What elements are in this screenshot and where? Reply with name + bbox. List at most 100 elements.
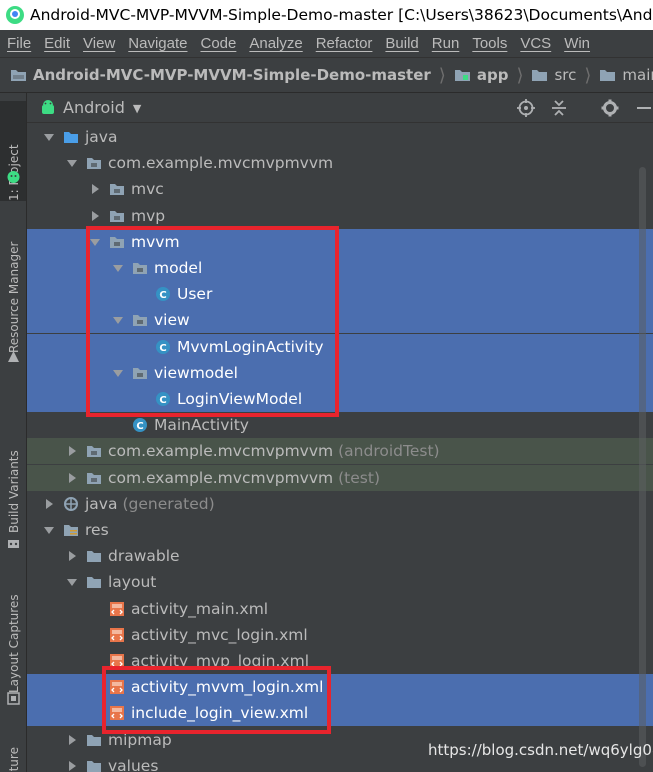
- tree-leaf-spacer: [89, 655, 101, 667]
- view-mode-selector[interactable]: Android: [63, 98, 125, 117]
- breadcrumb-item-app[interactable]: app: [454, 66, 508, 84]
- settings-button[interactable]: [600, 98, 620, 118]
- breadcrumb-project[interactable]: Android-MVC-MVP-MVVM-Simple-Demo-master: [10, 66, 431, 84]
- package-icon: [110, 184, 124, 196]
- expand-arrow-down-icon[interactable]: [66, 576, 78, 588]
- menu-refactor[interactable]: Refactor: [309, 35, 379, 52]
- menu-edit[interactable]: Edit: [37, 35, 76, 52]
- menu-vcs[interactable]: VCS: [513, 35, 557, 52]
- android-view-icon: [42, 99, 54, 114]
- chevron-down-icon[interactable]: ▼: [133, 102, 141, 115]
- window-title-bar: Android-MVC-MVP-MVVM-Simple-Demo-master …: [0, 0, 653, 30]
- menu-code[interactable]: Code: [193, 35, 242, 52]
- tree-row[interactable]: java: [27, 124, 653, 150]
- expand-arrow-right-icon[interactable]: [66, 760, 78, 772]
- svg-text:C: C: [159, 290, 166, 301]
- menu-build[interactable]: Build: [378, 35, 424, 52]
- tree-node-label: LoginViewModel: [177, 390, 303, 408]
- menu-file[interactable]: File: [0, 35, 37, 52]
- tree-row[interactable]: java (generated): [27, 491, 653, 517]
- package-icon: [133, 263, 147, 274]
- package-icon: [110, 210, 124, 222]
- tree-node-label: java: [85, 494, 118, 513]
- tab-layout-captures[interactable]: Layout Captures: [0, 583, 26, 693]
- tree-row[interactable]: C MvvmLoginActivity: [27, 333, 653, 360]
- menu-run[interactable]: Run: [425, 35, 466, 52]
- menu-navigate[interactable]: Navigate: [121, 35, 193, 52]
- tree-leaf-spacer: [89, 629, 101, 641]
- tree-row[interactable]: C LoginViewModel: [27, 386, 653, 412]
- tree-row[interactable]: com.example.mvcmvpmvvm (test): [27, 464, 653, 491]
- tree-row[interactable]: mvc: [27, 176, 653, 202]
- expand-arrow-down-icon[interactable]: [66, 157, 78, 169]
- android-icon: [7, 171, 20, 183]
- watermark: https://blog.csdn.net/wq6ylg08: [428, 741, 653, 759]
- tree-row[interactable]: activity_main.xml: [27, 596, 653, 622]
- expand-arrow-down-icon[interactable]: [43, 131, 55, 143]
- tree-row[interactable]: activity_mvvm_login.xml: [27, 674, 653, 701]
- expand-arrow-right-icon[interactable]: [66, 550, 78, 562]
- expand-arrow-right-icon[interactable]: [66, 445, 78, 457]
- locate-button[interactable]: [516, 98, 536, 118]
- tree-row[interactable]: C MainActivity: [27, 412, 653, 438]
- expand-arrow-right-icon[interactable]: [43, 498, 55, 510]
- tree-row[interactable]: com.example.mvcmvpmvvm (androidTest): [27, 438, 653, 465]
- menu-tools[interactable]: Tools: [465, 35, 513, 52]
- tree-node-suffix: (test): [338, 468, 380, 487]
- expand-arrow-right-icon[interactable]: [66, 472, 78, 484]
- build-variants-icon: [8, 540, 19, 548]
- breadcrumb-item-src[interactable]: src: [531, 66, 576, 84]
- expand-arrow-right-icon[interactable]: [89, 210, 101, 222]
- tree-row[interactable]: include_login_view.xml: [27, 700, 653, 727]
- hide-button[interactable]: [633, 98, 653, 118]
- tree-node-label: viewmodel: [154, 363, 238, 382]
- project-tree[interactable]: java com.example.mvcmvpmvvm mvc mvp mvvm mode…: [27, 123, 653, 772]
- expand-arrow-down-icon[interactable]: [112, 262, 124, 274]
- tree-row[interactable]: view: [27, 307, 653, 334]
- folder-icon: [87, 551, 101, 563]
- tree-node-label: MvvmLoginActivity: [177, 337, 324, 356]
- tree-leaf-spacer: [89, 707, 101, 719]
- expand-arrow-down-icon[interactable]: [112, 314, 124, 326]
- tree-row[interactable]: res: [27, 517, 653, 543]
- collapse-all-button[interactable]: [549, 98, 569, 118]
- tree-row[interactable]: activity_mvc_login.xml: [27, 622, 653, 648]
- tree-row[interactable]: activity_mvp_login.xml: [27, 648, 653, 674]
- expand-arrow-down-icon[interactable]: [89, 236, 101, 248]
- tree-row[interactable]: mvp: [27, 203, 653, 229]
- tree-row[interactable]: drawable: [27, 543, 653, 569]
- package-icon: [110, 236, 124, 248]
- tree-row[interactable]: mvvm: [27, 228, 653, 255]
- tree-scrollbar[interactable]: [639, 167, 646, 767]
- class-icon: C: [133, 418, 147, 433]
- tree-leaf-spacer: [89, 603, 101, 615]
- folder-icon: [87, 734, 101, 746]
- expand-arrow-down-icon[interactable]: [112, 367, 124, 379]
- breadcrumb-item-main[interactable]: main: [599, 66, 653, 84]
- tab-project[interactable]: 1: Project: [0, 101, 26, 201]
- minimize-icon: [637, 107, 651, 109]
- menu-win[interactable]: Win: [557, 35, 596, 52]
- tree-row[interactable]: model: [27, 255, 653, 281]
- expand-arrow-down-icon[interactable]: [43, 524, 55, 536]
- tree-row[interactable]: viewmodel: [27, 359, 653, 386]
- tab-build-variants[interactable]: Build Variants: [0, 443, 26, 533]
- package-icon: [87, 472, 101, 484]
- tree-row[interactable]: C User: [27, 281, 653, 308]
- expand-arrow-right-icon[interactable]: [89, 183, 101, 195]
- tool-window-actions: [516, 93, 653, 123]
- svg-text:C: C: [159, 395, 166, 406]
- tree-node-label: values: [108, 756, 159, 772]
- tab-resource-manager[interactable]: Resource Manager: [0, 223, 26, 353]
- menu-view[interactable]: View: [76, 35, 121, 52]
- tree-node-label: mipmap: [108, 730, 172, 749]
- menu-analyze[interactable]: Analyze: [242, 35, 308, 52]
- expand-arrow-right-icon[interactable]: [66, 734, 78, 746]
- tab-structure[interactable]: cture: [0, 733, 26, 772]
- tree-node-label: mvvm: [131, 232, 180, 251]
- tree-row[interactable]: layout: [27, 569, 653, 595]
- xml-layout-icon: [110, 706, 124, 721]
- tree-row[interactable]: com.example.mvcmvpmvvm: [27, 150, 653, 176]
- tree-node-suffix: (androidTest): [338, 442, 440, 461]
- tree-node-label: drawable: [108, 547, 180, 566]
